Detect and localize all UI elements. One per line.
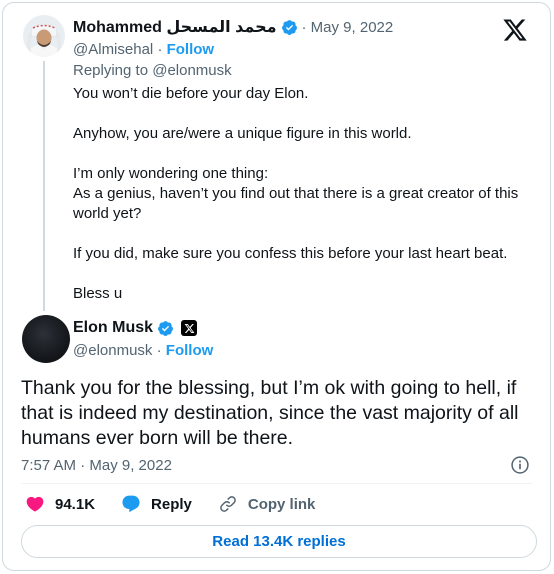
parent-paragraph: I’m only wondering one thing: [73,165,269,182]
copy-link-button[interactable]: Copy link [218,494,316,514]
verified-badge-icon [157,320,174,337]
heart-icon [26,496,44,512]
parent-display-name[interactable]: Mohammed محمد المسحل [73,17,277,37]
separator-dot: · [156,342,162,359]
main-follow-link[interactable]: Follow [166,342,214,359]
x-affiliate-badge-icon[interactable] [181,320,198,336]
parent-paragraph: Anyhow, you are/were a unique figure in … [73,125,412,142]
like-button[interactable]: 94.1K [25,494,95,514]
tweet-timestamp[interactable]: 7:57 AM · May 9, 2022 [21,457,172,474]
reply-button[interactable]: Reply [121,494,192,514]
link-icon [220,496,236,512]
x-logo-icon[interactable] [502,17,528,43]
like-count: 94.1K [55,495,96,513]
reply-label: Reply [151,495,192,513]
parent-handle-row: @Almisehal · Follow [73,41,214,58]
divider [21,483,532,484]
verified-badge-icon [281,19,298,36]
tweet-embed-card: Mohammed محمد المسحل · May 9, 2022 @Almi… [2,2,551,571]
parent-handle[interactable]: @Almisehal [73,41,153,58]
parent-paragraph: As a genius, haven’t you find out that t… [73,185,519,222]
info-icon[interactable] [510,455,530,475]
parent-paragraph: Bless u [73,285,123,302]
action-bar: 94.1K Reply Copy link [25,494,315,514]
main-header: Elon Musk [73,319,198,337]
reply-bubble-icon [122,495,140,513]
replying-to-label[interactable]: Replying to @elonmusk [73,62,232,79]
main-display-name[interactable]: Elon Musk [73,319,153,337]
parent-avatar[interactable] [23,15,65,57]
parent-tweet-text: You won’t die before your day Elon. Anyh… [73,84,533,324]
main-tweet-text: Thank you for the blessing, but I’m ok w… [21,377,519,449]
parent-date[interactable]: · May 9, 2022 [302,19,394,36]
parent-paragraph: If you did, make sure you confess this b… [73,245,508,262]
separator-dot: · [157,41,163,58]
parent-header: Mohammed محمد المسحل · May 9, 2022 [73,17,393,37]
read-replies-button[interactable]: Read 13.4K replies [21,525,537,558]
main-avatar[interactable] [22,315,70,363]
main-handle-row: @elonmusk · Follow [73,342,213,359]
main-handle[interactable]: @elonmusk [73,342,152,359]
copy-link-label: Copy link [247,495,316,513]
thread-connector-line [43,61,45,311]
parent-follow-link[interactable]: Follow [167,41,215,58]
parent-paragraph: You won’t die before your day Elon. [73,85,309,102]
